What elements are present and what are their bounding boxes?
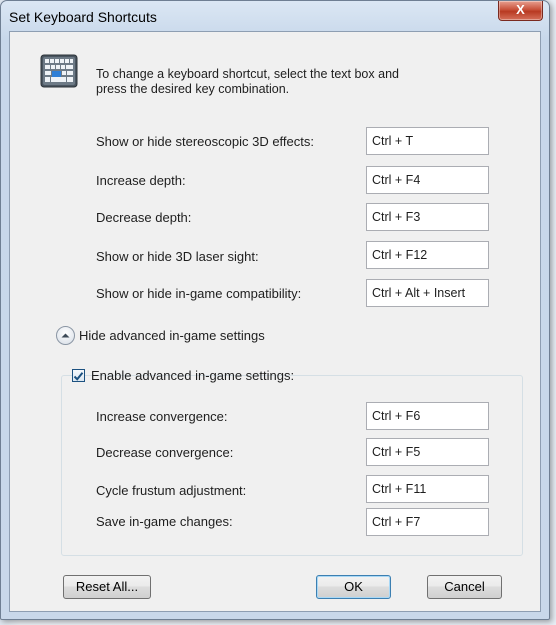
enable-advanced-row[interactable]: Enable advanced in-game settings: [72, 367, 294, 385]
dialog-window: Set Keyboard Shortcuts X To change a key… [0, 0, 550, 620]
intro-line-1: To change a keyboard shortcut, select th… [96, 67, 399, 81]
shortcut-input-decrease-convergence[interactable]: Ctrl + F5 [366, 438, 489, 466]
reset-all-button[interactable]: Reset All... [63, 575, 151, 599]
shortcut-input-laser-sight[interactable]: Ctrl + F12 [366, 241, 489, 269]
shortcut-input-stereo-3d[interactable]: Ctrl + T [366, 127, 489, 155]
shortcut-label-decrease-convergence: Decrease convergence: [96, 445, 234, 460]
cancel-button[interactable]: Cancel [427, 575, 502, 599]
collapse-advanced-button[interactable] [56, 326, 75, 345]
checkmark-icon [73, 372, 84, 381]
enable-advanced-checkbox[interactable] [72, 369, 85, 382]
intro-text: To change a keyboard shortcut, select th… [96, 67, 399, 97]
shortcut-input-save-changes[interactable]: Ctrl + F7 [366, 508, 489, 536]
ok-button[interactable]: OK [316, 575, 391, 599]
advanced-toggle-label[interactable]: Hide advanced in-game settings [79, 328, 265, 343]
shortcut-input-cycle-frustum[interactable]: Ctrl + F11 [366, 475, 489, 503]
close-button[interactable]: X [498, 1, 543, 21]
dialog-body: To change a keyboard shortcut, select th… [9, 31, 541, 612]
chevron-up-icon [61, 333, 70, 338]
close-icon: X [516, 2, 525, 17]
shortcut-input-decrease-depth[interactable]: Ctrl + F3 [366, 203, 489, 231]
shortcut-label-increase-depth: Increase depth: [96, 173, 186, 188]
enable-advanced-label: Enable advanced in-game settings: [91, 368, 295, 383]
shortcut-label-save-changes: Save in-game changes: [96, 514, 233, 529]
shortcut-label-laser-sight: Show or hide 3D laser sight: [96, 249, 259, 264]
shortcut-label-cycle-frustum: Cycle frustum adjustment: [96, 483, 247, 498]
shortcut-label-compatibility: Show or hide in-game compatibility: [96, 286, 302, 301]
shortcut-label-stereo-3d: Show or hide stereoscopic 3D effects: [96, 134, 314, 149]
shortcut-label-decrease-depth: Decrease depth: [96, 210, 192, 225]
shortcut-input-increase-depth[interactable]: Ctrl + F4 [366, 166, 489, 194]
window-title: Set Keyboard Shortcuts [9, 9, 157, 25]
keyboard-icon [40, 54, 78, 88]
title-bar[interactable]: Set Keyboard Shortcuts X [1, 1, 549, 31]
shortcut-input-compatibility[interactable]: Ctrl + Alt + Insert [366, 279, 489, 307]
shortcut-input-increase-convergence[interactable]: Ctrl + F6 [366, 402, 489, 430]
intro-line-2: press the desired key combination. [96, 82, 290, 96]
shortcut-label-increase-convergence: Increase convergence: [96, 409, 228, 424]
